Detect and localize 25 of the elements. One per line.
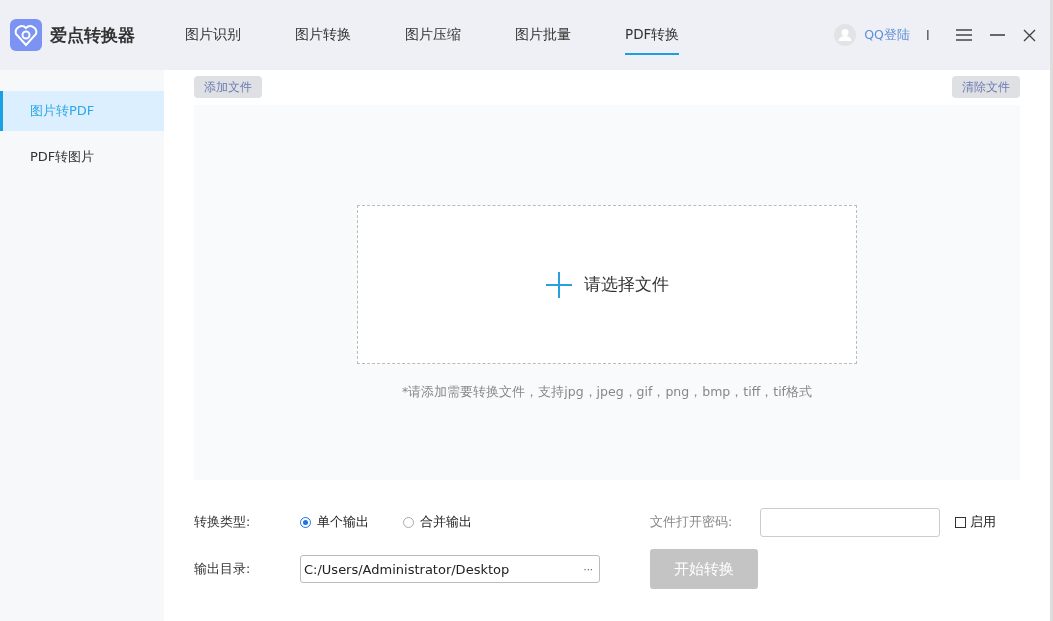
menu-icon[interactable] (956, 28, 972, 42)
sidebar-item[interactable]: PDF转图片 (0, 137, 164, 177)
close-icon[interactable] (1023, 28, 1036, 42)
nav-tab[interactable]: 图片批量 (515, 0, 571, 70)
nav-tab[interactable]: 图片压缩 (405, 0, 461, 70)
password-label: 文件打开密码: (650, 514, 734, 531)
browse-button[interactable]: ··· (583, 563, 593, 575)
enable-checkbox[interactable]: 启用 (955, 514, 1020, 531)
output-path-field[interactable]: C:/Users/Administrator/Desktop ··· (300, 555, 600, 583)
drop-label: 请选择文件 (583, 273, 669, 296)
nav-tab[interactable]: 图片转换 (295, 0, 351, 70)
nav-tab[interactable]: PDF转换 (625, 0, 680, 70)
password-field[interactable] (760, 508, 940, 537)
app-title: 爱点转换器 (50, 23, 136, 47)
file-drop-zone[interactable]: 请选择文件 (357, 205, 857, 364)
nav-tab[interactable]: 图片识别 (185, 0, 241, 70)
output-dir-label: 输出目录: (194, 560, 252, 578)
type-label: 转换类型: (194, 514, 252, 531)
format-hint: *请添加需要转换文件，支持jpg，jpeg，gif，png，bmp，tiff，tif格式 (402, 384, 812, 401)
separator-text: I (925, 27, 930, 43)
avatar-icon (834, 24, 857, 46)
output-radio[interactable]: 合并输出 (403, 514, 472, 531)
plus-icon (545, 271, 572, 298)
heart-logo-icon (10, 19, 42, 51)
output-radio[interactable]: 单个输出 (300, 514, 369, 531)
